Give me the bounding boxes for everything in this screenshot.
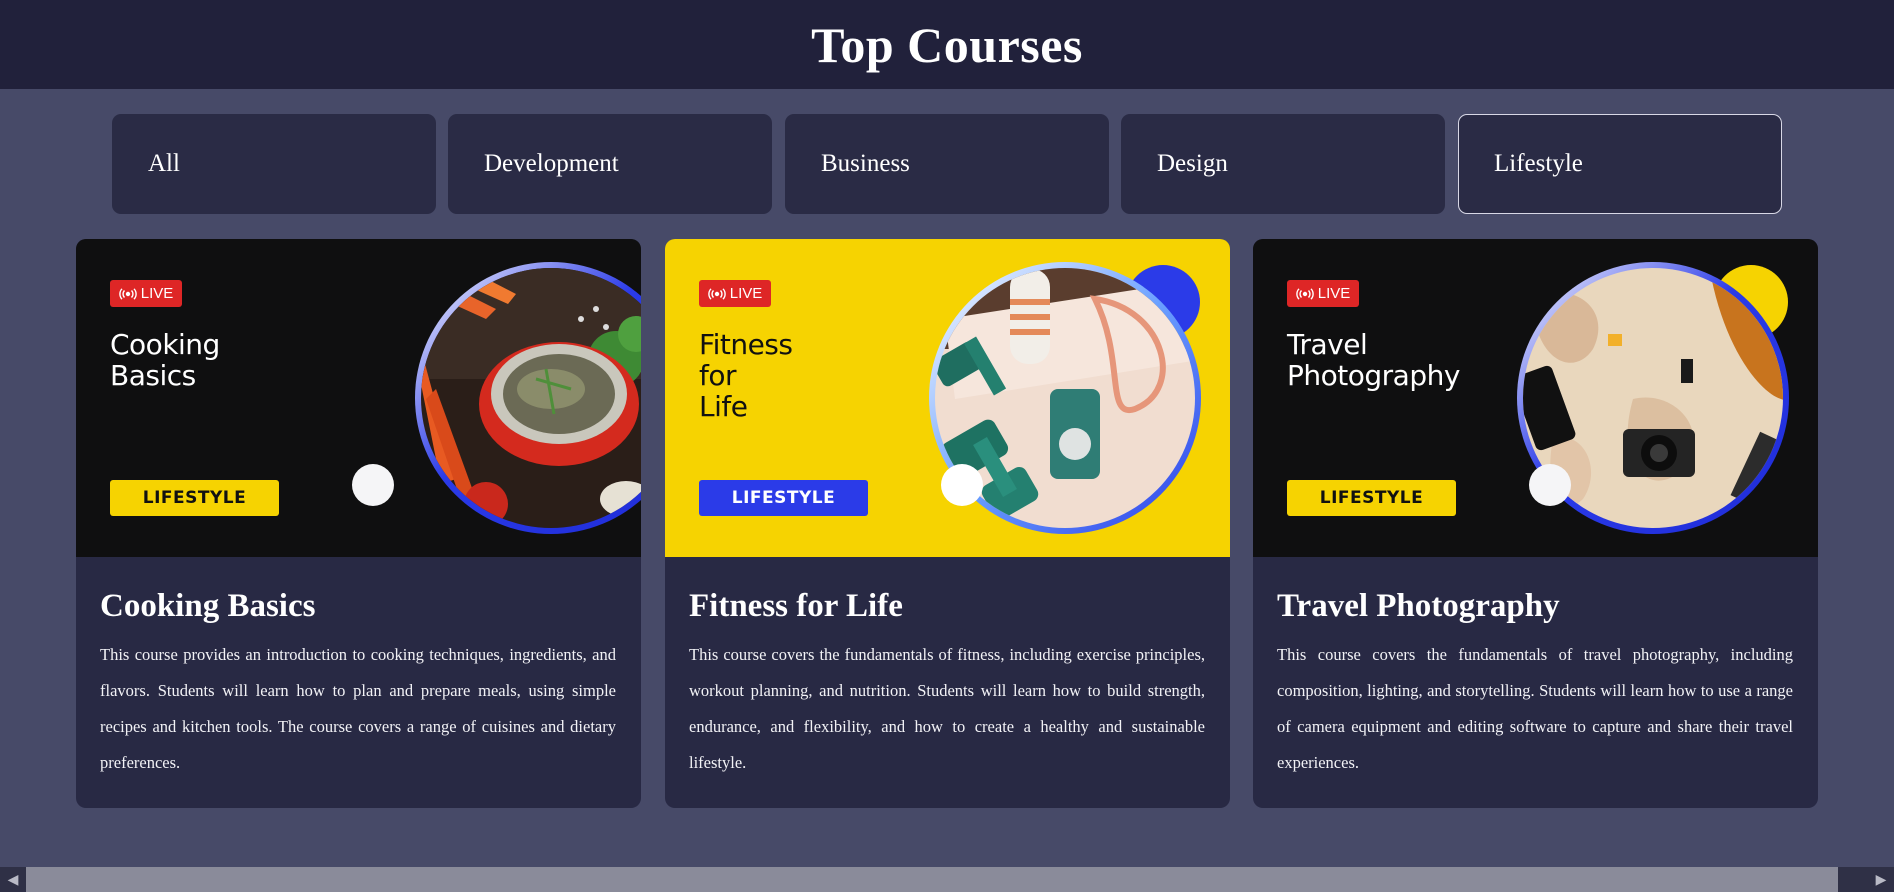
scrollbar-thumb[interactable]: [26, 867, 1838, 892]
chevron-right-icon: ▶: [1875, 871, 1887, 888]
tab-label: Business: [821, 150, 910, 177]
tab-label: Development: [484, 150, 619, 177]
scroll-right-button[interactable]: ▶: [1868, 867, 1894, 892]
horizontal-scrollbar[interactable]: ◀ ▶: [0, 867, 1894, 892]
tab-label: All: [148, 150, 180, 177]
course-description: This course covers the fundamentals of t…: [1277, 645, 1793, 772]
fitness-equipment-photo: [929, 262, 1201, 534]
tab-business[interactable]: Business: [785, 114, 1109, 214]
course-banner: LIVE Fitness for Life LIFESTYLE: [665, 239, 1230, 557]
page-title: Top Courses: [811, 16, 1083, 73]
tab-development[interactable]: Development: [448, 114, 772, 214]
course-banner: LIVE Cooking Basics LIFESTYLE: [76, 239, 641, 557]
tab-all[interactable]: All: [112, 114, 436, 214]
tab-label: Design: [1157, 150, 1228, 177]
tab-design[interactable]: Design: [1121, 114, 1445, 214]
course-description: This course provides an introduction to …: [100, 645, 616, 772]
course-body: Fitness for Life This course covers the …: [689, 587, 1205, 781]
scroll-left-button[interactable]: ◀: [0, 867, 26, 892]
course-title: Cooking Basics: [100, 588, 316, 624]
course-card-cooking-basics[interactable]: LIVE Cooking Basics LIFESTYLE Cooking Ba…: [76, 239, 641, 808]
course-title: Travel Photography: [1277, 588, 1560, 624]
travel-map-camera-photo: [1517, 262, 1789, 534]
chevron-left-icon: ◀: [7, 871, 19, 888]
course-body: Cooking Basics This course provides an i…: [100, 587, 616, 781]
course-card-fitness-for-life[interactable]: LIVE Fitness for Life LIFESTYLE Fitness …: [665, 239, 1230, 808]
tab-label: Lifestyle: [1494, 150, 1583, 177]
cooking-ingredients-photo: [352, 262, 641, 534]
course-title: Fitness for Life: [689, 588, 903, 624]
course-body: Travel Photography This course covers th…: [1277, 587, 1793, 781]
page-header: Top Courses: [0, 0, 1894, 89]
tab-lifestyle[interactable]: Lifestyle: [1458, 114, 1782, 214]
course-banner: LIVE Travel Photography LIFESTYLE: [1253, 239, 1818, 557]
course-description: This course covers the fundamentals of f…: [689, 645, 1205, 772]
course-card-travel-photography[interactable]: LIVE Travel Photography LIFESTYLE Travel…: [1253, 239, 1818, 808]
